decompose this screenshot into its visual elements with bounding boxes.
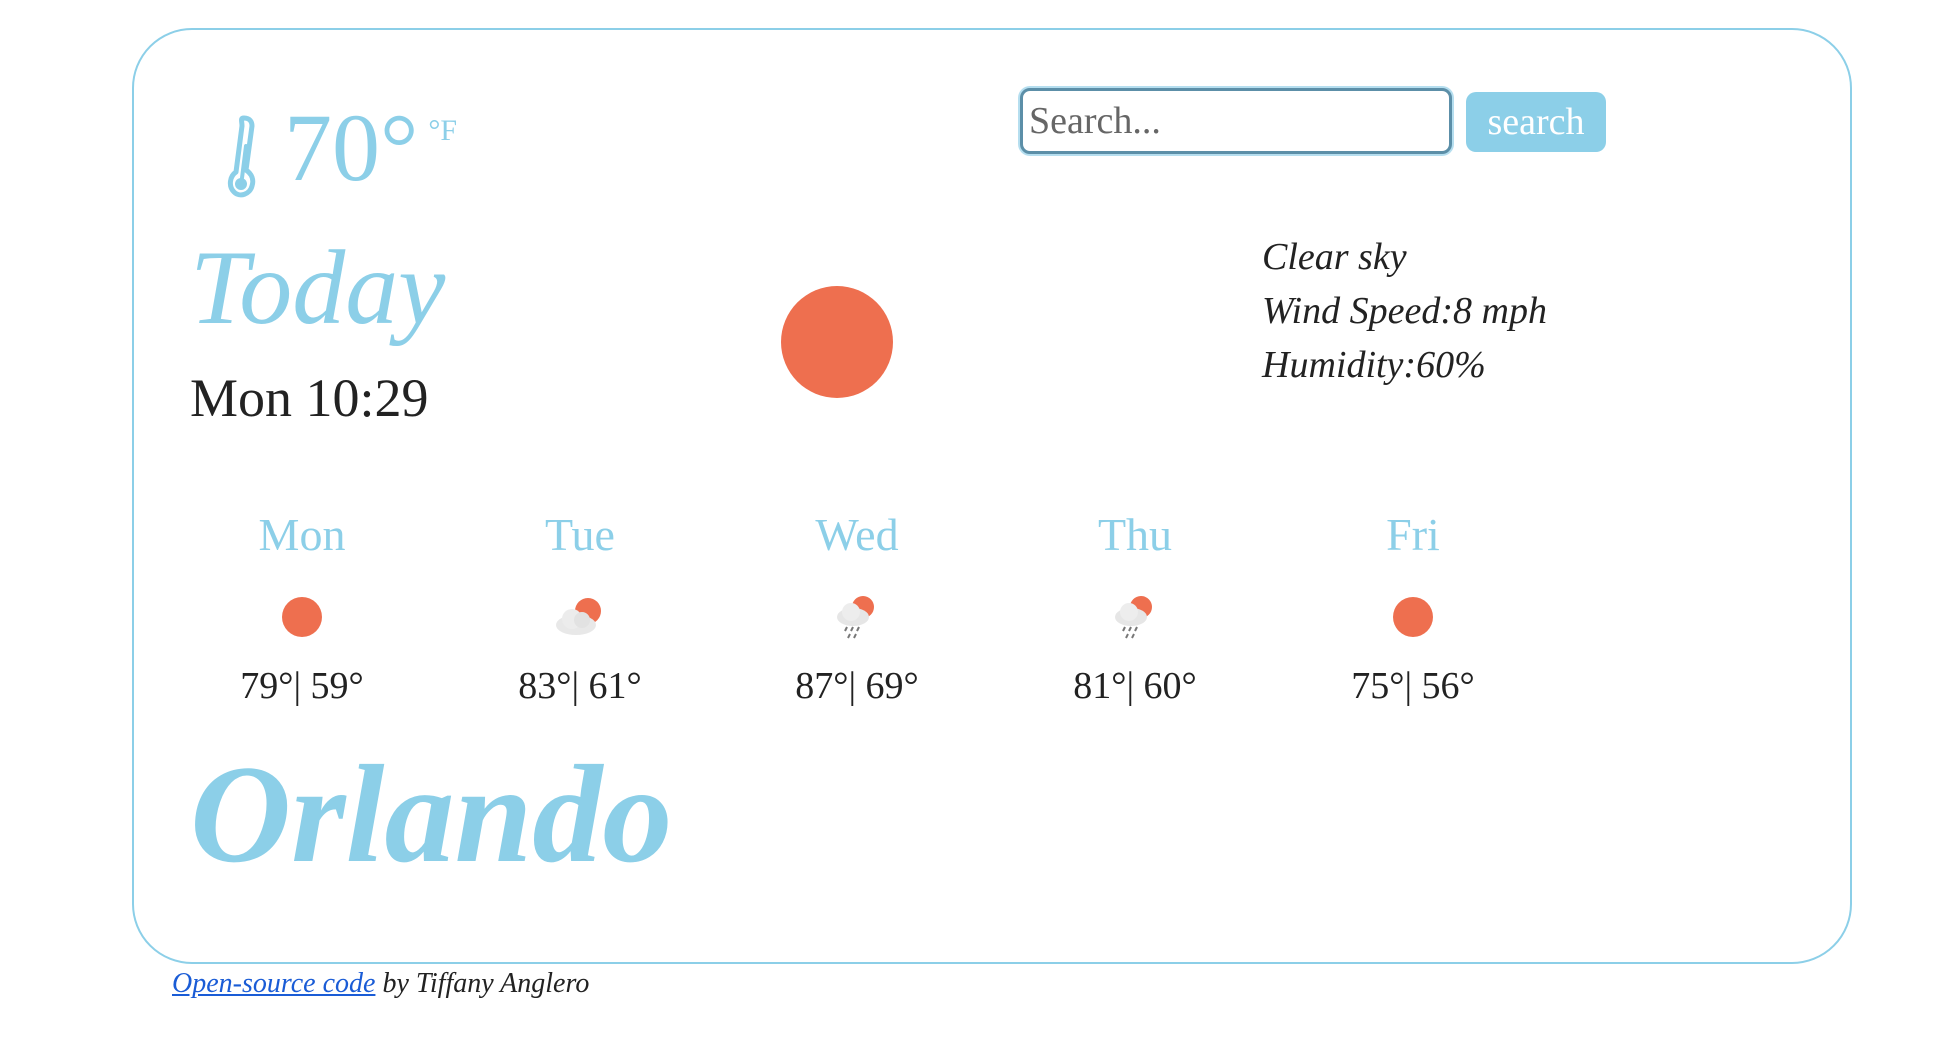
temperature-value: 70° xyxy=(284,94,419,201)
description: Clear sky xyxy=(1262,236,1407,278)
forecast-day-name: Mon xyxy=(258,509,346,560)
forecast-day: Mon 79°| 59° xyxy=(202,505,402,711)
temperature-unit: °F xyxy=(428,114,458,147)
city-name: Orlando xyxy=(190,737,673,892)
forecast-day-name: Tue xyxy=(545,509,615,560)
forecast-list: Mon 79°| 59° Tue 83°| 61° Wed 87°| 69° T… xyxy=(200,505,1620,725)
humidity: Humidity:60% xyxy=(1262,344,1486,386)
forecast-temps: 87°| 69° xyxy=(795,665,919,707)
footer-credit: by Tiffany Anglero xyxy=(375,968,590,999)
forecast-day: Thu 81°| 60° xyxy=(1035,505,1235,711)
day-label: Today xyxy=(190,229,446,346)
forecast-day: Tue 83°| 61° xyxy=(480,505,680,711)
forecast-day: Fri 75°| 56° xyxy=(1313,505,1513,711)
forecast-temps: 83°| 61° xyxy=(518,665,642,707)
partly-cloudy-icon xyxy=(556,598,601,635)
sun-icon xyxy=(1393,597,1433,637)
search-input[interactable] xyxy=(1020,88,1452,154)
forecast-temps: 79°| 59° xyxy=(240,665,364,707)
forecast-day: Wed 87°| 69° xyxy=(757,505,957,711)
forecast-day-name: Wed xyxy=(815,509,899,560)
day-time: Mon 10:29 xyxy=(190,368,429,428)
current-temperature: 70° °F xyxy=(222,100,457,200)
rain-cloud-icon xyxy=(1115,596,1152,639)
forecast-day-name: Fri xyxy=(1386,509,1440,560)
thermometer-icon xyxy=(227,115,256,198)
wind-speed: Wind Speed:8 mph xyxy=(1262,290,1547,332)
forecast-day-name: Thu xyxy=(1097,509,1173,560)
sun-icon xyxy=(781,286,893,398)
footer: Open-source code by Tiffany Anglero xyxy=(172,968,589,1000)
source-code-link[interactable]: Open-source code xyxy=(172,968,375,999)
search-button[interactable]: search xyxy=(1466,92,1606,152)
forecast-temps: 75°| 56° xyxy=(1351,665,1475,707)
rain-cloud-icon xyxy=(837,596,874,639)
weather-details: Clear sky Wind Speed:8 mph Humidity:60% xyxy=(1262,230,1547,392)
sun-icon xyxy=(282,597,322,637)
forecast-temps: 81°| 60° xyxy=(1073,665,1197,707)
